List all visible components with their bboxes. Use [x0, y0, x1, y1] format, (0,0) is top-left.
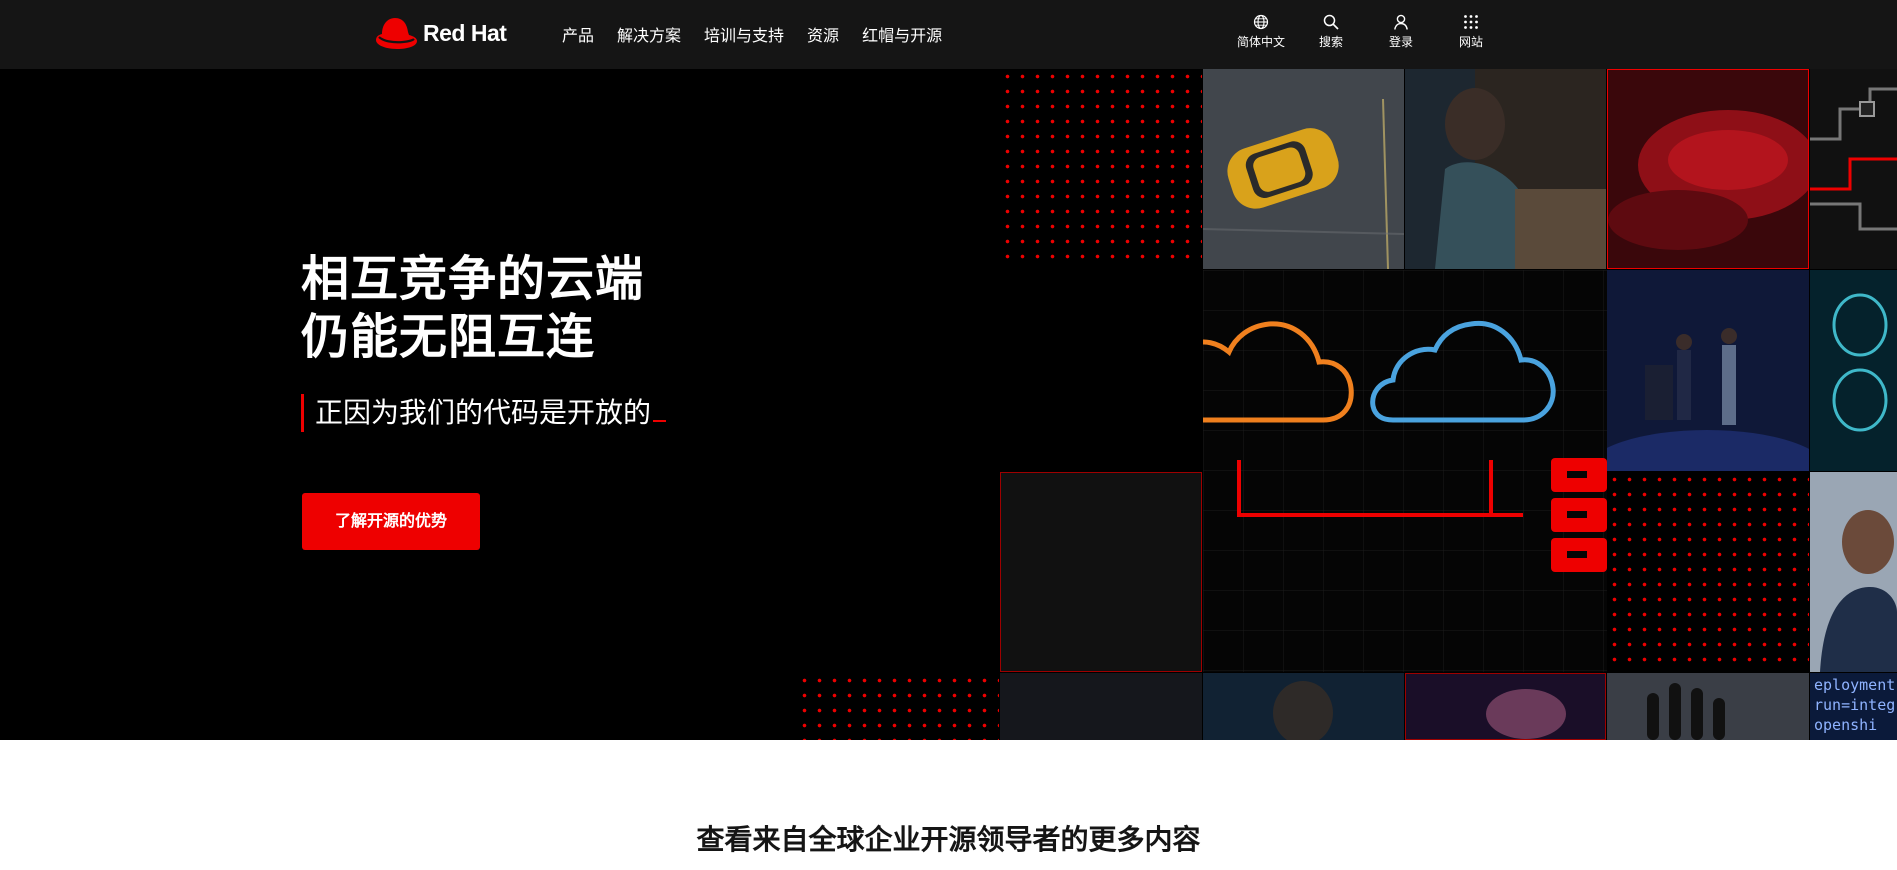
hero-title-line-1: 相互竞争的云端: [301, 251, 645, 307]
car-photo-tile: [1203, 69, 1404, 269]
circuit-tile: [1810, 69, 1897, 269]
workshop-illustration: [1405, 69, 1606, 269]
typing-cursor: [653, 420, 667, 422]
hero-banner: 相互竞争的云端 仍能无阻互连 正因为我们的代码是开放的 了解开源的优势 eplo…: [0, 69, 1897, 740]
person-photo-tile: [1000, 673, 1202, 740]
search-button[interactable]: 搜索: [1296, 14, 1366, 50]
login-button[interactable]: 登录: [1366, 14, 1436, 50]
stage-lights-illustration: [1406, 674, 1605, 739]
nav-item-training-support[interactable]: 培训与支持: [704, 22, 784, 46]
search-label: 搜索: [1318, 35, 1343, 49]
dot-pattern-tile: [1607, 472, 1809, 672]
section-heading: 查看来自全球企业开源领导者的更多内容: [696, 823, 1201, 856]
hero-typed-subtitle: 正因为我们的代码是开放的: [301, 394, 667, 432]
red-hat-icon: [376, 18, 417, 49]
dark-outlined-tile: [1000, 472, 1202, 672]
code-line: openshi: [1814, 716, 1878, 734]
nav-item-resources[interactable]: 资源: [807, 22, 839, 46]
robot-hand-illustration: [1607, 673, 1809, 740]
nav-item-redhat-open-source[interactable]: 红帽与开源: [862, 22, 942, 46]
globe-icon: [1253, 14, 1269, 30]
stage-lights-photo-tile: [1405, 673, 1606, 740]
dot-pattern-tile: [1000, 69, 1202, 269]
language-button[interactable]: 简体中文: [1226, 14, 1296, 50]
car-illustration: [1203, 69, 1404, 269]
search-icon: [1323, 14, 1339, 30]
engineer-illustration: [1203, 673, 1404, 740]
red-abstract-tile: [1607, 69, 1809, 269]
woman-photo-tile: [1810, 472, 1897, 672]
dot-pattern-tile: [797, 673, 999, 740]
sites-button[interactable]: 网站: [1436, 14, 1506, 50]
workshop-photo-tile: [1405, 69, 1606, 269]
speakers-photo-tile: [1607, 270, 1809, 471]
login-label: 登录: [1388, 35, 1413, 49]
utility-nav: 简体中文 搜索 登录 网站: [1226, 14, 1506, 50]
woman-portrait-illustration: [1810, 472, 1897, 672]
grid-icon: [1464, 15, 1478, 29]
main-nav: 产品 解决方案 培训与支持 资源 红帽与开源: [562, 22, 965, 46]
brand-name: Red Hat: [423, 19, 507, 46]
code-line: eployment: [1814, 676, 1896, 694]
code-snippet-tile: eployment run=integ openshi: [1810, 673, 1897, 740]
medical-scan-tile: [1810, 270, 1897, 471]
circuit-illustration: [1810, 87, 1897, 231]
code-line: run=integ: [1814, 696, 1896, 714]
nav-item-products[interactable]: 产品: [562, 22, 594, 46]
user-icon: [1394, 14, 1408, 30]
stage-speakers-illustration: [1607, 270, 1809, 471]
top-navigation-bar: Red Hat 产品 解决方案 培训与支持 资源 红帽与开源 简体中文 搜索 登…: [0, 0, 1897, 69]
cloud-connection-illustration: [1203, 270, 1607, 672]
hero-title: 相互竞争的云端 仍能无阻互连: [301, 250, 644, 366]
hero-title-line-2: 仍能无阻互连: [301, 309, 596, 365]
brain-scan-illustration: [1810, 270, 1897, 471]
engineer-photo-tile: [1203, 673, 1404, 740]
nav-item-solutions[interactable]: 解决方案: [617, 22, 681, 46]
sites-label: 网站: [1458, 35, 1483, 49]
language-label: 简体中文: [1236, 35, 1285, 49]
robot-hand-photo-tile: [1607, 673, 1809, 740]
typed-text: 正因为我们的代码是开放的: [315, 396, 652, 429]
red-hat-logo[interactable]: Red Hat: [373, 13, 507, 53]
cloud-network-graphic: [1203, 270, 1607, 672]
learn-open-source-button[interactable]: 了解开源的优势: [302, 493, 480, 550]
red-hat-abstract-illustration: [1608, 70, 1808, 268]
